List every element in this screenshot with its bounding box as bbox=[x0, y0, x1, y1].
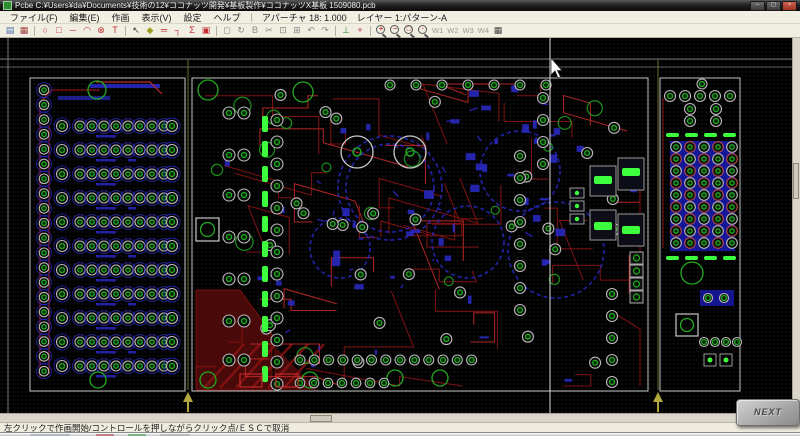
maximize-button[interactable]: ▢ bbox=[766, 1, 781, 11]
net-tool-icon[interactable]: Σ bbox=[186, 25, 199, 37]
taskbar-sliver bbox=[0, 432, 800, 436]
line-tool-icon[interactable]: ─ bbox=[67, 25, 80, 37]
select-tool-icon[interactable]: ↖ bbox=[130, 25, 143, 37]
toolbar: ▤▦○□─◠⊗T↖◆═┐Σ▣◻↻B✂⊡⊞↶↷⊥++−□·W1W2W3W4▦ bbox=[0, 24, 800, 38]
delete-tool-icon[interactable]: ▣ bbox=[200, 25, 213, 37]
aperture-status: アパーチャ 18: 1.000 bbox=[257, 11, 352, 24]
next-overlay-button[interactable]: NEXT bbox=[736, 399, 800, 426]
open-icon[interactable]: ▤ bbox=[4, 25, 17, 37]
menu-separator: | bbox=[247, 12, 257, 22]
paste-icon[interactable]: ⊞ bbox=[291, 25, 304, 37]
menu-edit[interactable]: 編集(E) bbox=[64, 11, 106, 24]
menu-bar: ファイル(F)編集(E)作画表示(V)設定ヘルプ | アパーチャ 18: 1.0… bbox=[0, 11, 800, 24]
zoom-area-icon[interactable]: □ bbox=[403, 25, 416, 37]
toolbar-separator bbox=[335, 26, 336, 36]
menu-items: ファイル(F)編集(E)作画表示(V)設定ヘルプ bbox=[4, 11, 247, 24]
status-message: 左クリックで作画開始/コントロールを押しながらクリック点/ＥＳＣで取消 bbox=[4, 423, 289, 432]
menu-settings[interactable]: 設定 bbox=[178, 11, 208, 24]
area-select-icon[interactable]: ◻ bbox=[221, 25, 234, 37]
layer-panel-icon[interactable]: ▦ bbox=[492, 25, 505, 37]
view-w2-label[interactable]: W2 bbox=[447, 26, 458, 35]
pad-tool-icon[interactable]: ⊗ bbox=[95, 25, 108, 37]
zoom-fit-icon[interactable]: · bbox=[417, 25, 430, 37]
vertical-scrollbar[interactable] bbox=[792, 38, 800, 413]
width-tool-icon[interactable]: ═ bbox=[158, 25, 171, 37]
window-title: Pcbe C:¥Users¥da¥Documents¥技術の12¥ココナッツ開発… bbox=[15, 0, 747, 11]
horizontal-scrollbar-thumb[interactable] bbox=[310, 415, 332, 422]
circle-tool-icon[interactable]: ○ bbox=[39, 25, 52, 37]
status-bar: 左クリックで作画開始/コントロールを押しながらクリック点/ＥＳＣで取消 bbox=[0, 422, 800, 432]
dimension-icon[interactable]: ⊥ bbox=[340, 25, 353, 37]
toolbar-separator bbox=[370, 26, 371, 36]
toolbar-separator bbox=[216, 26, 217, 36]
bend-tool-icon[interactable]: ┐ bbox=[172, 25, 185, 37]
close-button[interactable]: × bbox=[782, 1, 797, 11]
undo-icon[interactable]: ↶ bbox=[305, 25, 318, 37]
view-w1-label[interactable]: W1 bbox=[432, 26, 443, 35]
toolbar-separator bbox=[125, 26, 126, 36]
text-tool-icon[interactable]: T bbox=[109, 25, 122, 37]
title-bar: Pcbe C:¥Users¥da¥Documents¥技術の12¥ココナッツ開発… bbox=[0, 0, 800, 11]
menu-file[interactable]: ファイル(F) bbox=[4, 11, 64, 24]
pcb-canvas[interactable] bbox=[0, 38, 792, 413]
menu-view[interactable]: 表示(V) bbox=[136, 11, 178, 24]
redo-icon[interactable]: ↷ bbox=[319, 25, 332, 37]
pcb-drawing bbox=[0, 38, 792, 413]
parts-icon[interactable]: B bbox=[249, 25, 262, 37]
view-w3-label[interactable]: W3 bbox=[463, 26, 474, 35]
layer-status: レイヤー 1:パターン-A bbox=[352, 11, 452, 24]
copy-icon[interactable]: ⊡ bbox=[277, 25, 290, 37]
menu-help[interactable]: ヘルプ bbox=[208, 11, 247, 24]
zoom-out-icon[interactable]: − bbox=[389, 25, 402, 37]
toolbar-separator bbox=[34, 26, 35, 36]
cut-icon[interactable]: ✂ bbox=[263, 25, 276, 37]
pcbe-window: Pcbe C:¥Users¥da¥Documents¥技術の12¥ココナッツ開発… bbox=[0, 0, 800, 436]
window-controls: –▢× bbox=[750, 1, 797, 11]
rect-tool-icon[interactable]: □ bbox=[53, 25, 66, 37]
horizontal-scrollbar[interactable] bbox=[0, 413, 792, 422]
save-icon[interactable]: ▦ bbox=[18, 25, 31, 37]
land-tool-icon[interactable]: ◆ bbox=[144, 25, 157, 37]
app-icon bbox=[3, 1, 12, 10]
rotate-icon[interactable]: ↻ bbox=[235, 25, 248, 37]
view-w4-label[interactable]: W4 bbox=[478, 26, 489, 35]
origin-icon[interactable]: + bbox=[354, 25, 367, 37]
zoom-in-icon[interactable]: + bbox=[375, 25, 388, 37]
menu-draw[interactable]: 作画 bbox=[106, 11, 136, 24]
arc-tool-icon[interactable]: ◠ bbox=[81, 25, 94, 37]
vertical-scrollbar-thumb[interactable] bbox=[793, 163, 799, 199]
minimize-button[interactable]: – bbox=[750, 1, 765, 11]
